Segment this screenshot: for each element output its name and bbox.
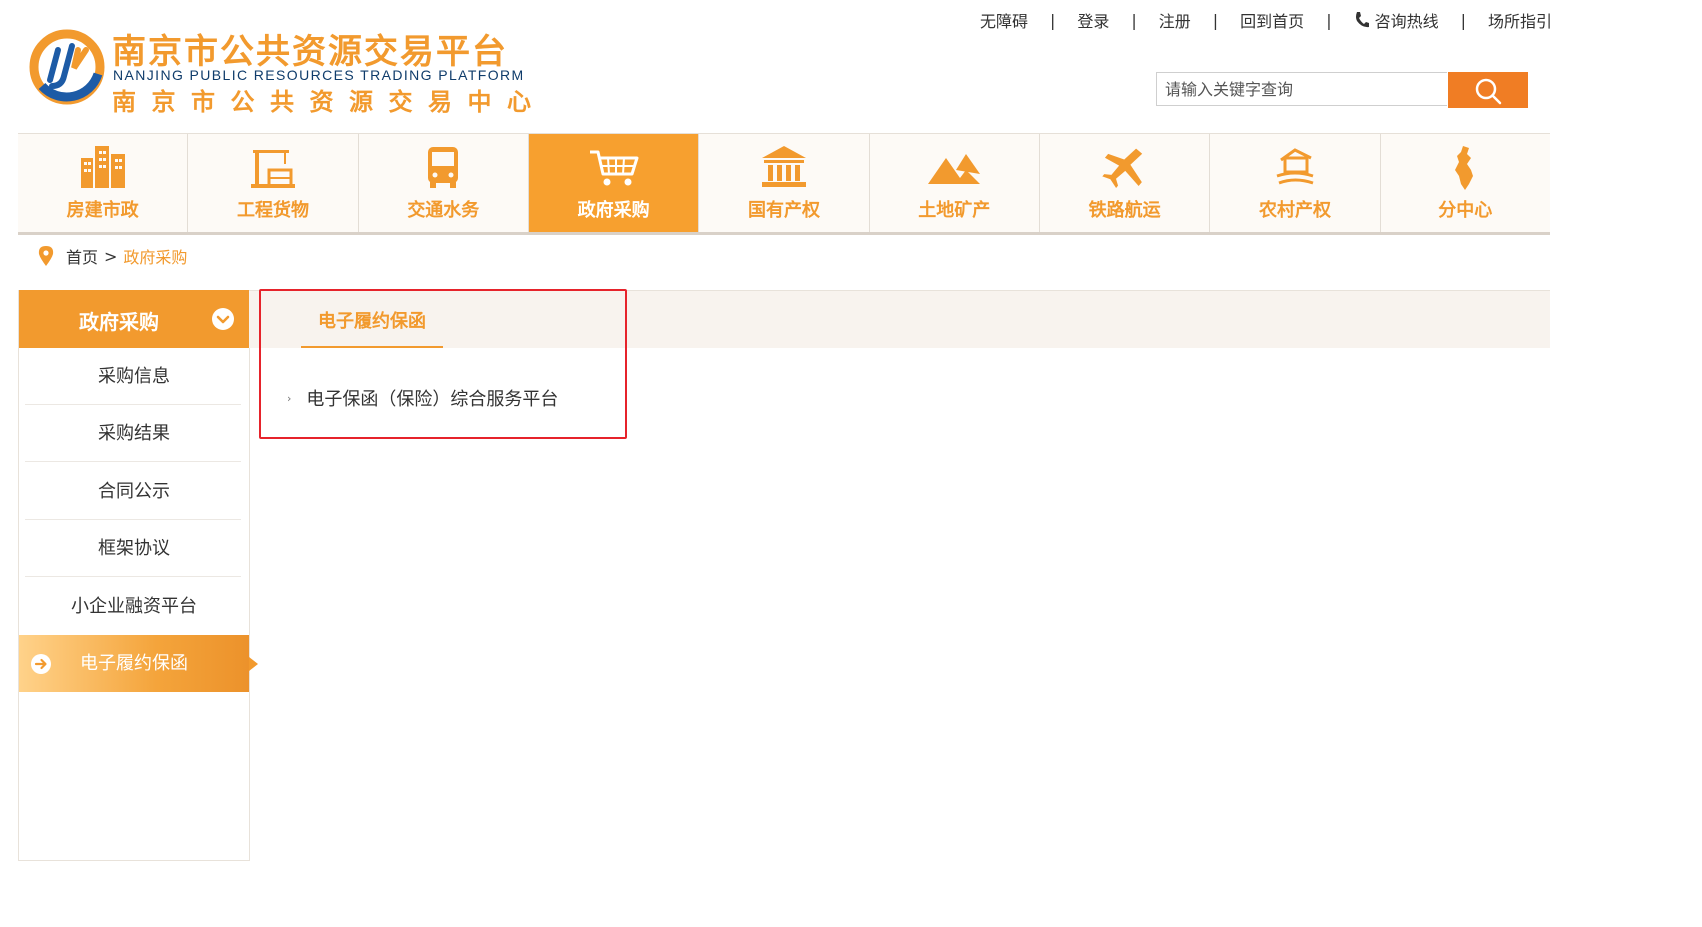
sidebar-item-framework[interactable]: 框架协议: [19, 520, 249, 577]
nav-item-railway[interactable]: 铁路航运: [1040, 134, 1211, 232]
nav-item-label: 房建市政: [66, 200, 139, 221]
breadcrumb-current[interactable]: 政府采购: [123, 244, 187, 268]
collapse-button[interactable]: [212, 308, 234, 330]
logo-title: 南京市公共资源交易平台: [112, 32, 508, 72]
tab-underline: [301, 346, 443, 348]
search-button[interactable]: [1448, 72, 1528, 108]
site-logo[interactable]: 南京市公共资源交易平台 NANJING PUBLIC RESOURCES TRA…: [28, 20, 558, 116]
separator: |: [1049, 10, 1056, 30]
hotline-label: 咨询热线: [1374, 12, 1439, 31]
nav-item-transport[interactable]: 交通水务: [359, 134, 529, 232]
separator: |: [1212, 10, 1219, 30]
nav-item-procurement[interactable]: 政府采购: [528, 134, 700, 232]
nav-item-housing[interactable]: 房建市政: [18, 134, 189, 232]
top-links: 无障碍 | 登录 | 注册 | 回到首页 | 咨询热线 | 场所指引: [980, 8, 1552, 32]
breadcrumb-home[interactable]: 首页: [66, 244, 98, 268]
breadcrumb-separator: >: [104, 246, 118, 266]
sidebar-item-sme-finance[interactable]: 小企业融资平台: [19, 578, 249, 635]
separator: |: [1326, 10, 1332, 30]
location-pin-icon: [38, 246, 54, 266]
phone-icon: [1355, 12, 1369, 28]
cart-icon: [589, 150, 639, 186]
crane-icon: [250, 150, 295, 188]
hotline-link[interactable]: 咨询热线: [1354, 8, 1439, 32]
sidebar-item-label: 采购信息: [98, 366, 170, 387]
logo-subtitle: 南京市公共资源交易中心: [112, 88, 547, 116]
list-item-label: 电子保函（保险）综合服务平台: [306, 389, 559, 410]
nav-item-label: 交通水务: [407, 200, 480, 221]
mountain-icon: [928, 154, 981, 184]
nav-item-label: 政府采购: [577, 200, 650, 221]
list-item[interactable]: › 电子保函（保险）综合服务平台: [287, 386, 558, 410]
divider: [25, 576, 241, 577]
chevron-down-icon: [216, 315, 230, 324]
nav-item-label: 工程货物: [236, 200, 309, 221]
sidebar-item-e-guarantee[interactable]: 电子履约保函: [19, 635, 258, 692]
nav-item-state-assets[interactable]: 国有产权: [699, 134, 870, 232]
arrow-right-circle-icon: [31, 654, 51, 674]
sidebar-item-procurement-info[interactable]: 采购信息: [19, 348, 249, 405]
content-area: 电子履约保函 › 电子保函（保险）综合服务平台: [249, 290, 1550, 860]
plane-icon: [1101, 148, 1142, 188]
bus-icon: [428, 147, 459, 188]
logo-english: NANJING PUBLIC RESOURCES TRADING PLATFOR…: [113, 67, 525, 83]
main-nav: 房建市政 工程货物 交通水务 政府采购 国有产权 土地矿产 铁路航运 农村产权 …: [18, 133, 1550, 235]
sidebar-item-label: 小企业融资平台: [71, 596, 197, 617]
guide-link[interactable]: 场所指引: [1488, 8, 1552, 32]
map-icon: [1455, 146, 1474, 190]
sidebar-item-contract-notice[interactable]: 合同公示: [19, 463, 249, 520]
nav-item-branch[interactable]: 分中心: [1381, 134, 1550, 232]
nav-item-label: 农村产权: [1258, 200, 1331, 221]
accessibility-link[interactable]: 无障碍: [980, 8, 1028, 32]
home-link[interactable]: 回到首页: [1240, 8, 1304, 32]
login-link[interactable]: 登录: [1077, 8, 1109, 32]
nav-item-label: 分中心: [1438, 200, 1493, 221]
nav-item-label: 土地矿产: [918, 200, 991, 221]
sidebar-item-label: 电子履约保函: [80, 653, 188, 674]
sidebar-item-procurement-result[interactable]: 采购结果: [19, 405, 249, 462]
sidebar-item-label: 合同公示: [98, 481, 170, 502]
bullet-icon: ›: [287, 391, 292, 405]
tab-e-guarantee[interactable]: 电子履约保函: [301, 291, 443, 348]
nav-item-label: 铁路航运: [1088, 200, 1161, 221]
logo-mark-icon: [29, 29, 105, 105]
buildings-icon: [80, 146, 125, 188]
register-link[interactable]: 注册: [1159, 8, 1191, 32]
bank-icon: [761, 146, 806, 187]
search-icon: [1475, 78, 1502, 105]
nav-item-label: 国有产权: [747, 200, 820, 221]
sidebar: 政府采购 采购信息 采购结果 合同公示 框架协议 小企业融资平台 电子履约保函: [18, 290, 258, 861]
sidebar-item-label: 采购结果: [98, 423, 170, 444]
breadcrumb: 首页 > 政府采购: [38, 244, 187, 268]
nav-item-engineering[interactable]: 工程货物: [188, 134, 359, 232]
sidebar-header: 政府采购: [19, 290, 249, 348]
farm-icon: [1276, 148, 1314, 185]
separator: |: [1131, 10, 1137, 30]
sidebar-item-label: 框架协议: [98, 538, 170, 559]
nav-item-land[interactable]: 土地矿产: [870, 134, 1040, 232]
separator: |: [1460, 10, 1466, 30]
tab-bar: 电子履约保函: [249, 290, 1550, 348]
search-box: [1156, 72, 1529, 108]
search-input[interactable]: [1156, 72, 1447, 106]
tab-label: 电子履约保函: [318, 311, 426, 332]
divider: [25, 461, 241, 462]
nav-item-rural[interactable]: 农村产权: [1210, 134, 1381, 232]
